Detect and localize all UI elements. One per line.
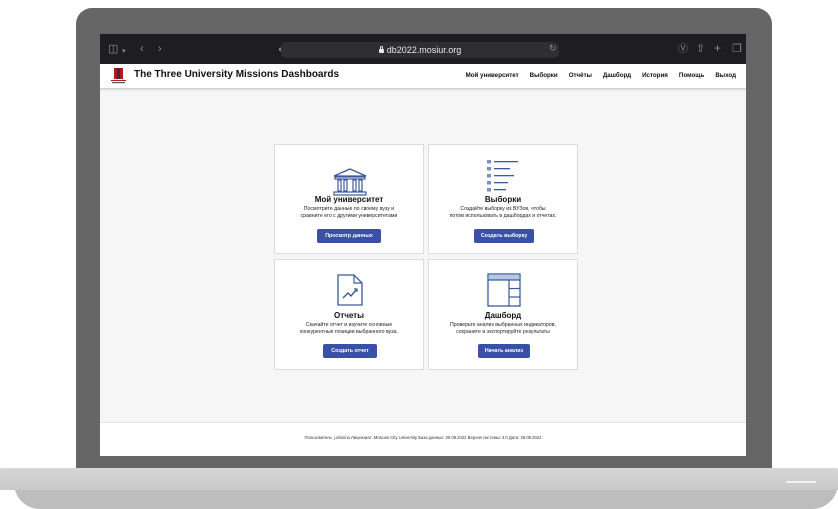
card-my-university: Мой университет Посмотрите данные по сво… — [274, 144, 424, 254]
list-icon — [487, 160, 518, 192]
card-desc-line1: Посмотрите данные по своему вузу и — [303, 206, 395, 212]
view-data-button[interactable]: Просмотр данных — [317, 229, 381, 243]
nav-reports[interactable]: Отчёты — [569, 72, 592, 79]
university-building-icon — [333, 168, 367, 196]
card-desc-line1: Создайте выборку из ВУЗов, чтобы — [460, 206, 546, 212]
laptop-base — [0, 468, 838, 490]
tabs-overview-icon[interactable]: ❐ — [732, 44, 742, 55]
sidebar-icon[interactable]: ◫ — [108, 44, 118, 55]
card-desc-line2: конкурентные позиции выбранного вуза. — [300, 329, 398, 335]
create-report-button[interactable]: Создать отчет — [323, 344, 377, 358]
card-dashboard: Дашборд Проверьте анализ выбранных индик… — [428, 259, 578, 370]
nav-logout[interactable]: Выход — [715, 72, 736, 79]
card-title: Выборки — [484, 195, 522, 204]
footer-info: Пользователь: j.afonina Лицензиат: Mosco… — [304, 435, 542, 440]
nav-dashboard[interactable]: Дашборд — [603, 72, 631, 79]
reload-icon[interactable]: ↻ — [549, 43, 557, 54]
card-title: Дашборд — [484, 311, 522, 320]
card-reports: Отчеты Скачайте отчет и изучите основные… — [274, 259, 424, 370]
card-title: Отчеты — [334, 311, 364, 320]
nav-help[interactable]: Помощь — [679, 72, 704, 79]
dashboard-layout-icon — [487, 273, 521, 307]
card-desc-line1: Скачайте отчет и изучите основные — [305, 322, 393, 328]
share-icon[interactable]: ⇧ — [696, 44, 705, 55]
address-bar[interactable]: db2022.mosiur.org — [281, 42, 559, 58]
download-icon[interactable]: Ⓥ — [678, 44, 688, 55]
page-footer: Пользователь: j.afonina Лицензиат: Mosco… — [100, 422, 746, 456]
chevron-down-icon[interactable]: ▾ — [122, 46, 126, 57]
card-desc-line2: сравните его с другими университетами — [300, 213, 398, 219]
nav-my-university[interactable]: Мой университет — [466, 72, 519, 79]
back-icon[interactable]: ‹ — [140, 44, 144, 55]
laptop-screen: ◫ ▾ ‹ › ◐ db2022.mosiur.org ↻ Ⓥ ⇧ + ❐ Th… — [100, 34, 746, 456]
new-tab-icon[interactable]: + — [714, 42, 721, 54]
card-samples: Выборки Создайте выборку из ВУЗов, чтобы… — [428, 144, 578, 254]
nav-samples[interactable]: Выборки — [530, 72, 558, 79]
app-header: The Three University Missions Dashboards… — [100, 64, 746, 89]
main-nav: Мой университет Выборки Отчёты Дашборд И… — [466, 72, 736, 79]
card-title: Мой университет — [314, 195, 384, 204]
start-analysis-button[interactable]: Начать анализ — [478, 344, 530, 358]
nav-history[interactable]: История — [642, 72, 668, 79]
create-sample-button[interactable]: Создать выборку — [474, 229, 534, 243]
laptop-notch — [786, 481, 816, 483]
card-desc-line2: потом использовать в дашбордах и отчетах… — [449, 213, 557, 219]
browser-toolbar: ◫ ▾ ‹ › ◐ db2022.mosiur.org ↻ Ⓥ ⇧ + ❐ — [100, 34, 746, 64]
lock-icon — [378, 46, 384, 53]
card-desc-line2: сохраните и экспортируйте результаты — [456, 329, 550, 335]
card-desc-line1: Проверьте анализ выбранных индикаторов, — [449, 322, 556, 328]
report-chart-icon — [337, 274, 363, 306]
app-title: The Three University Missions Dashboards — [134, 69, 340, 80]
forward-icon[interactable]: › — [158, 44, 162, 55]
university-logo-icon — [111, 68, 126, 84]
url-text: db2022.mosiur.org — [386, 45, 462, 55]
